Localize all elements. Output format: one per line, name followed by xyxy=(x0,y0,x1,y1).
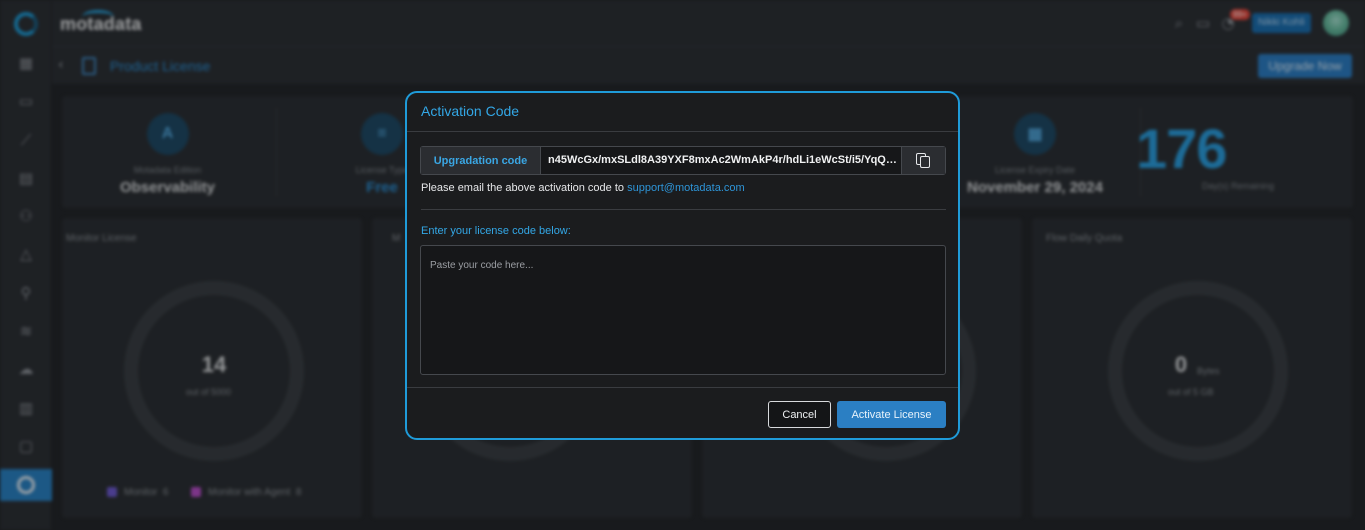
app-root: ▦ ▭ ⟋ ▤ ⚇ △ ⚲ ≋ ☁ ▥ ▢ motadata ⌕ ▭ ◔ 99+… xyxy=(0,0,1365,530)
support-email-link[interactable]: support@motadata.com xyxy=(627,182,745,194)
activation-code-dialog: Activation Code Upgradation code n45WcGx… xyxy=(405,91,960,440)
divider xyxy=(421,209,946,210)
activate-license-button[interactable]: Activate License xyxy=(837,401,946,428)
license-code-label: Enter your license code below: xyxy=(421,225,571,237)
email-instruction-text: Please email the above activation code t… xyxy=(421,182,625,194)
upgradation-code-value[interactable]: n45WcGx/mxSLdl8A39YXF8mxAc2WmAkP4r/hdLi1… xyxy=(541,147,901,174)
dialog-footer: Cancel Activate License xyxy=(407,387,958,438)
upgradation-code-label: Upgradation code xyxy=(421,147,541,174)
email-instruction: Please email the above activation code t… xyxy=(421,182,745,194)
upgradation-code-field: Upgradation code n45WcGx/mxSLdl8A39YXF8m… xyxy=(420,146,946,175)
dialog-title: Activation Code xyxy=(421,103,520,119)
cancel-button[interactable]: Cancel xyxy=(768,401,831,428)
dialog-header: Activation Code xyxy=(407,93,958,132)
license-code-input[interactable] xyxy=(420,245,946,375)
copy-icon[interactable] xyxy=(901,147,945,174)
